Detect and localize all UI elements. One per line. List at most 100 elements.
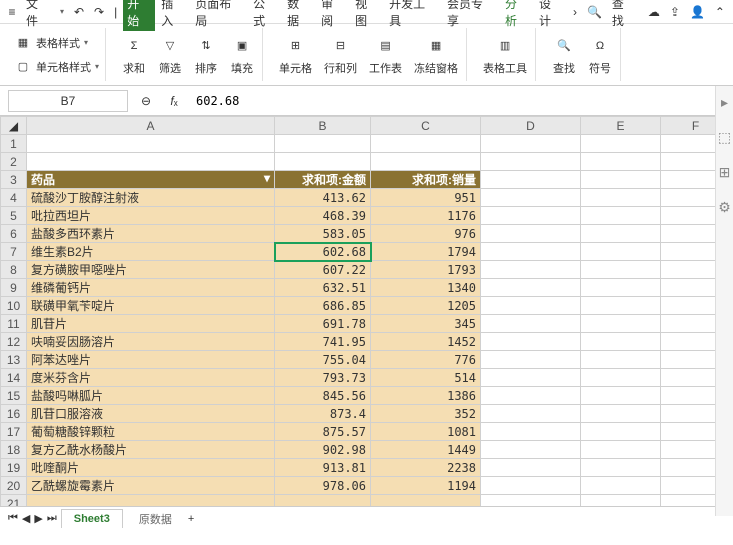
cell[interactable]: 度米芬含片 (27, 369, 275, 387)
cell[interactable] (581, 243, 661, 261)
cell[interactable]: 1205 (371, 297, 481, 315)
cell[interactable] (481, 333, 581, 351)
cell[interactable] (581, 315, 661, 333)
symbol-button[interactable]: Ω符号 (588, 34, 612, 76)
cell[interactable]: 葡萄糖酸锌颗粒 (27, 423, 275, 441)
cell[interactable]: 583.05 (275, 225, 371, 243)
cell[interactable] (481, 261, 581, 279)
col-header-d[interactable]: D (481, 117, 581, 135)
cell[interactable]: 902.98 (275, 441, 371, 459)
cell[interactable] (481, 243, 581, 261)
sort-button[interactable]: ⇅排序 (194, 34, 218, 76)
row-header[interactable]: 11 (1, 315, 27, 333)
cell[interactable]: 维磷葡钙片 (27, 279, 275, 297)
cell[interactable]: 1081 (371, 423, 481, 441)
cell[interactable]: 845.56 (275, 387, 371, 405)
menu-data[interactable]: 数据 (283, 0, 315, 31)
cell[interactable] (581, 459, 661, 477)
cell[interactable] (581, 351, 661, 369)
fx-icon[interactable]: fₓ (164, 91, 184, 111)
cell[interactable] (481, 369, 581, 387)
row-header[interactable]: 2 (1, 153, 27, 171)
cell[interactable] (481, 189, 581, 207)
row-header[interactable]: 16 (1, 405, 27, 423)
cell[interactable] (581, 261, 661, 279)
cell[interactable] (581, 477, 661, 495)
row-header[interactable]: 8 (1, 261, 27, 279)
row-header[interactable]: 9 (1, 279, 27, 297)
tab-last-icon[interactable]: ⏭ (47, 512, 57, 525)
cell[interactable]: 793.73 (275, 369, 371, 387)
side-expand-icon[interactable]: ▸ (721, 94, 728, 111)
cell[interactable]: 875.57 (275, 423, 371, 441)
menu-dev[interactable]: 开发工具 (385, 0, 441, 31)
menu-view[interactable]: 视图 (351, 0, 383, 31)
freeze-button[interactable]: ▦冻结窗格 (414, 34, 458, 76)
table-style-button[interactable]: ▦表格样式▾ (12, 32, 101, 54)
cell[interactable]: 维生素B2片 (27, 243, 275, 261)
row-header[interactable]: 18 (1, 441, 27, 459)
tab-add-icon[interactable]: + (188, 513, 194, 525)
cell[interactable]: 2238 (371, 459, 481, 477)
row-header[interactable]: 19 (1, 459, 27, 477)
cell[interactable] (481, 315, 581, 333)
col-header-a[interactable]: A (27, 117, 275, 135)
table-tool-button[interactable]: ▥表格工具 (483, 34, 527, 76)
cell[interactable]: 1452 (371, 333, 481, 351)
cell[interactable] (581, 423, 661, 441)
menu-member[interactable]: 会员专享 (443, 0, 499, 31)
cell[interactable] (581, 189, 661, 207)
cloud-icon[interactable]: ☁ (644, 3, 664, 21)
cell[interactable]: 978.06 (275, 477, 371, 495)
cell[interactable] (581, 279, 661, 297)
cell[interactable]: 硫酸沙丁胺醇注射液 (27, 189, 275, 207)
side-select-icon[interactable]: ⬚ (718, 129, 731, 146)
cell[interactable]: 755.04 (275, 351, 371, 369)
tab-first-icon[interactable]: ⏮ (8, 512, 18, 525)
cell[interactable]: 691.78 (275, 315, 371, 333)
undo-icon[interactable]: ↶ (70, 3, 88, 21)
menu-analyze[interactable]: 分析 (501, 0, 533, 31)
cell[interactable]: 1194 (371, 477, 481, 495)
tab-prev-icon[interactable]: ◀ (22, 512, 30, 525)
side-style-icon[interactable]: ⊞ (719, 164, 731, 181)
cell[interactable]: 肌苷口服溶液 (27, 405, 275, 423)
select-all-corner[interactable]: ◢ (1, 117, 27, 135)
user-icon[interactable]: 👤 (686, 3, 709, 21)
col-header-b[interactable]: B (275, 117, 371, 135)
cell[interactable] (481, 441, 581, 459)
dropdown-icon[interactable]: ▾ (264, 171, 270, 185)
rowcol-button[interactable]: ⊟行和列 (324, 34, 357, 76)
row-header[interactable]: 15 (1, 387, 27, 405)
tab-next-icon[interactable]: ▶ (34, 512, 42, 525)
cell[interactable]: 514 (371, 369, 481, 387)
cell[interactable] (481, 423, 581, 441)
menu-review[interactable]: 审阅 (317, 0, 349, 31)
cell[interactable] (481, 351, 581, 369)
cell[interactable]: 乙酰螺旋霉素片 (27, 477, 275, 495)
row-header[interactable]: 21 (1, 495, 27, 507)
cell[interactable] (481, 477, 581, 495)
row-header[interactable]: 1 (1, 135, 27, 153)
zoom-out-icon[interactable]: ⊖ (136, 91, 156, 111)
cell[interactable] (581, 369, 661, 387)
row-header[interactable]: 14 (1, 369, 27, 387)
cell[interactable]: 阿苯达唑片 (27, 351, 275, 369)
cell[interactable]: 肌苷片 (27, 315, 275, 333)
menu-icon[interactable]: ≡ (4, 4, 20, 20)
cell[interactable]: 776 (371, 351, 481, 369)
cell[interactable] (481, 387, 581, 405)
cell[interactable]: 盐酸吗啉胍片 (27, 387, 275, 405)
filter-button[interactable]: ▽筛选 (158, 34, 182, 76)
cell[interactable]: 741.95 (275, 333, 371, 351)
redo-icon[interactable]: ↷ (90, 3, 108, 21)
sheet-button[interactable]: ▤工作表 (369, 34, 402, 76)
col-header-c[interactable]: C (371, 117, 481, 135)
row-header[interactable]: 6 (1, 225, 27, 243)
cell[interactable] (581, 333, 661, 351)
menu-insert[interactable]: 插入 (157, 0, 189, 31)
cell[interactable]: 联磺甲氧苄啶片 (27, 297, 275, 315)
search-icon[interactable]: 🔍 (583, 3, 606, 21)
cell[interactable]: 1176 (371, 207, 481, 225)
tab-raw[interactable]: 原数据 (127, 508, 184, 530)
